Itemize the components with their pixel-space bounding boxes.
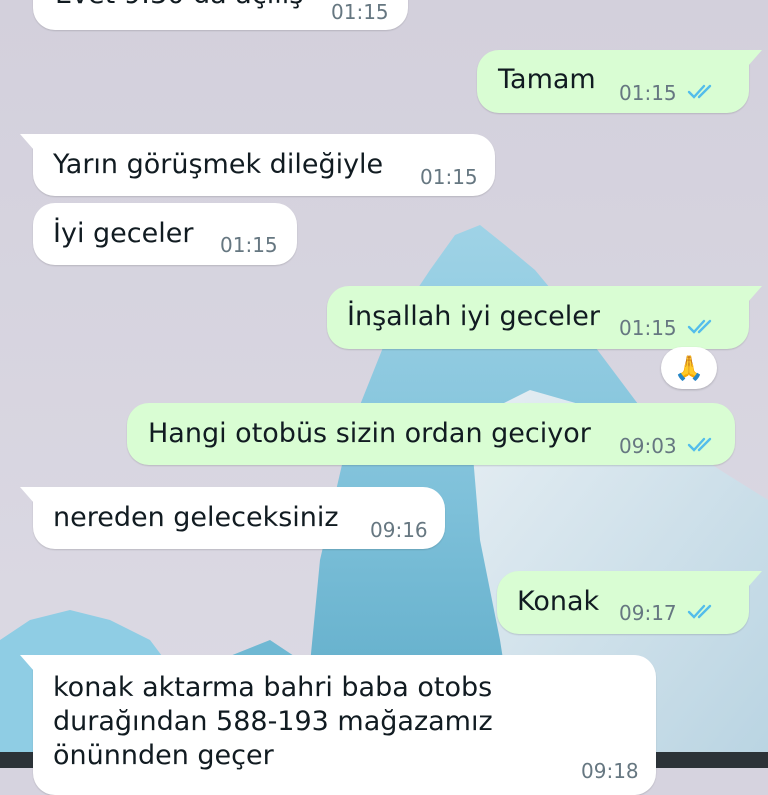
message-time: 01:15 <box>420 165 478 189</box>
praying-hands-emoji: 🙏 <box>674 354 704 382</box>
message-text: Hangi otobüs sizin ordan geciyor <box>148 418 591 449</box>
message-text: İnşallah iyi geceler <box>347 301 600 332</box>
message-text: Evet 9:30 da açılış <box>55 0 303 11</box>
message-incoming[interactable]: Yarın görüşmek dileğiyle 01:15 <box>20 134 495 196</box>
message-outgoing[interactable]: İnşallah iyi geceler 01:15 <box>327 286 762 349</box>
message-text: Tamam <box>498 64 596 95</box>
message-incoming[interactable]: nereden geleceksiniz 09:16 <box>20 487 445 549</box>
message-time: 01:15 <box>220 233 278 257</box>
message-text: İyi geceler <box>53 218 194 249</box>
message-time: 01:15 <box>619 316 677 340</box>
message-incoming[interactable]: İyi geceler 01:15 <box>33 203 297 265</box>
message-time: 09:17 <box>619 601 677 625</box>
message-outgoing[interactable]: Konak 09:17 <box>497 571 762 634</box>
message-text-line: durağından 588-193 mağazamız <box>53 706 493 737</box>
message-incoming[interactable]: konak aktarma bahri baba otobs durağında… <box>20 655 656 795</box>
double-check-icon <box>687 604 712 619</box>
message-reaction[interactable]: 🙏 <box>661 347 717 389</box>
message-time: 01:15 <box>331 0 389 24</box>
message-time: 09:18 <box>581 759 639 783</box>
bubble-tail <box>20 487 34 503</box>
bubble-tail <box>748 286 762 302</box>
message-text: Yarın görüşmek dileğiyle <box>53 149 384 180</box>
message-time: 09:03 <box>619 434 677 458</box>
message-outgoing[interactable]: Hangi otobüs sizin ordan geciyor 09:03 <box>127 403 735 465</box>
bubble-tail <box>20 134 34 150</box>
message-text-line: önünnden geçer <box>53 740 274 771</box>
double-check-icon <box>687 319 712 334</box>
bubble-tail <box>748 50 762 66</box>
double-check-icon <box>687 437 712 452</box>
message-incoming[interactable]: Evet 9:30 da açılış 01:15 <box>33 0 408 30</box>
message-time: 09:16 <box>370 518 428 542</box>
message-text-line: konak aktarma bahri baba otobs <box>53 672 493 703</box>
double-check-icon <box>687 84 712 99</box>
message-time: 01:15 <box>619 81 677 105</box>
message-text: nereden geleceksiniz <box>53 502 339 533</box>
bubble-tail <box>20 655 34 671</box>
message-outgoing[interactable]: Tamam 01:15 <box>477 50 762 113</box>
message-text: Konak <box>517 586 600 617</box>
bubble-tail <box>748 571 762 587</box>
chat-area[interactable]: Evet 9:30 da açılış 01:15 Tamam 01:15 Ya… <box>0 0 768 795</box>
